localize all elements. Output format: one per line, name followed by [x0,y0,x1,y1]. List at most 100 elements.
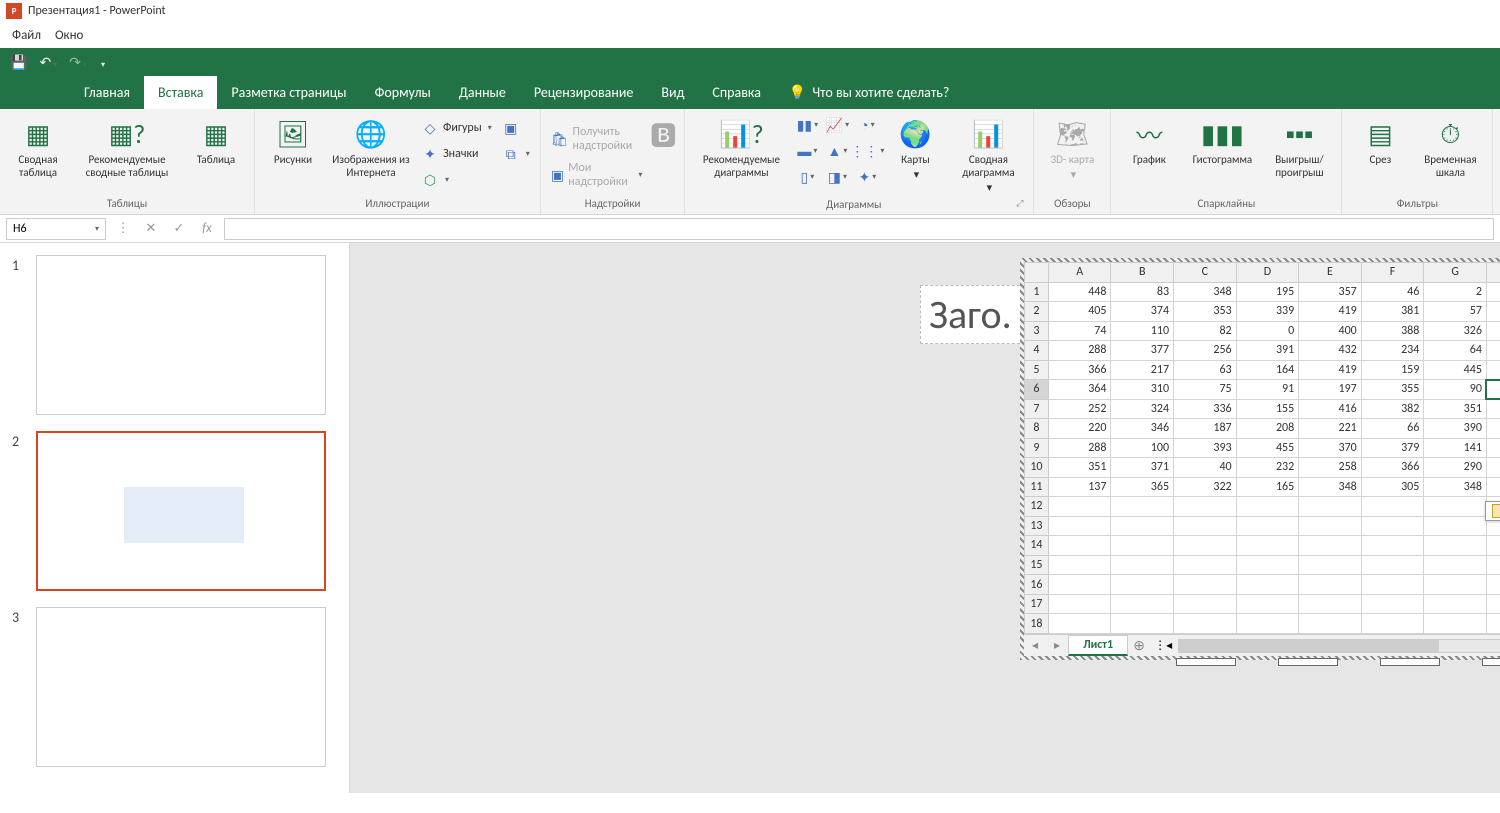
cell-A3[interactable]: 74 [1048,321,1111,341]
slide-preview[interactable] [36,607,326,767]
cell-A9[interactable]: 288 [1048,438,1111,458]
pie-chart-icon[interactable]: ◔▾ [853,113,881,137]
col-header-C[interactable]: C [1174,263,1237,283]
scroll-left-icon[interactable]: ◂ [1166,638,1172,653]
cell-G1[interactable]: 2 [1424,282,1487,302]
area-chart-icon[interactable]: ▲▾ [823,139,851,163]
cell-H10[interactable] [1486,458,1500,478]
cell-C15[interactable] [1174,555,1237,575]
cell-E16[interactable] [1299,575,1362,595]
slide-preview[interactable] [36,255,326,415]
cell-C14[interactable] [1174,536,1237,556]
cell-B2[interactable]: 374 [1111,302,1174,322]
cell-F6[interactable]: 355 [1361,380,1424,400]
cell-D4[interactable]: 391 [1236,341,1299,361]
col-header-H[interactable]: H [1486,263,1500,283]
cell-F4[interactable]: 234 [1361,341,1424,361]
cell-G3[interactable]: 326 [1424,321,1487,341]
cell-H6[interactable] [1486,380,1500,400]
qat-customize-icon[interactable]: ▾ [99,54,105,71]
timeline-button[interactable]: ⏱Временная шкала [1414,113,1486,183]
tab-data[interactable]: Данные [445,76,520,109]
cell-H7[interactable] [1486,399,1500,419]
slide-thumb-2[interactable]: 2 [12,431,337,591]
column-chart-icon[interactable]: ▮▮▾ [793,113,821,137]
cell-A8[interactable]: 220 [1048,419,1111,439]
col-header-E[interactable]: E [1299,263,1362,283]
cell-F16[interactable] [1361,575,1424,595]
cell-F3[interactable]: 388 [1361,321,1424,341]
redo-icon[interactable]: ↷▾ [69,54,87,71]
cell-D3[interactable]: 0 [1236,321,1299,341]
cell-F13[interactable] [1361,516,1424,536]
cell-D1[interactable]: 195 [1236,282,1299,302]
row-header-14[interactable]: 14 [1025,536,1049,556]
cell-H8[interactable] [1486,419,1500,439]
cell-C18[interactable] [1174,614,1237,634]
sheet-tab-active[interactable]: Лист1 [1068,635,1128,656]
cell-C8[interactable]: 187 [1174,419,1237,439]
cell-B12[interactable] [1111,497,1174,517]
row-header-1[interactable]: 1 [1025,282,1049,302]
cell-A10[interactable]: 351 [1048,458,1111,478]
cell-A6[interactable]: 364 [1048,380,1111,400]
cell-D9[interactable]: 455 [1236,438,1299,458]
enter-icon[interactable]: ✓ [168,221,190,236]
cell-D5[interactable]: 164 [1236,360,1299,380]
tab-help[interactable]: Справка [698,76,775,109]
cell-B13[interactable] [1111,516,1174,536]
cell-F9[interactable]: 379 [1361,438,1424,458]
get-addins-button[interactable]: 🛍Получить надстройки [547,123,647,155]
cell-A15[interactable] [1048,555,1111,575]
cell-F17[interactable] [1361,594,1424,614]
cell-B18[interactable] [1111,614,1174,634]
cell-F11[interactable]: 305 [1361,477,1424,497]
cell-C3[interactable]: 82 [1174,321,1237,341]
cell-C10[interactable]: 40 [1174,458,1237,478]
row-header-10[interactable]: 10 [1025,458,1049,478]
cell-F12[interactable] [1361,497,1424,517]
scroll-settings-icon[interactable]: ⋮ [1154,638,1166,653]
row-header-7[interactable]: 7 [1025,399,1049,419]
cell-B8[interactable]: 346 [1111,419,1174,439]
cell-F15[interactable] [1361,555,1424,575]
cell-C7[interactable]: 336 [1174,399,1237,419]
cell-A11[interactable]: 137 [1048,477,1111,497]
cell-D17[interactable] [1236,594,1299,614]
cell-H11[interactable] [1486,477,1500,497]
pivot-chart-button[interactable]: 📊Сводная диаграмма▾ [949,113,1027,198]
cell-D7[interactable]: 155 [1236,399,1299,419]
cell-G2[interactable]: 57 [1424,302,1487,322]
cell-B10[interactable]: 371 [1111,458,1174,478]
cell-D14[interactable] [1236,536,1299,556]
add-sheet-button[interactable]: ⊕ [1128,637,1150,654]
cell-E11[interactable]: 348 [1299,477,1362,497]
cell-C2[interactable]: 353 [1174,302,1237,322]
cell-E5[interactable]: 419 [1299,360,1362,380]
cell-E17[interactable] [1299,594,1362,614]
row-header-11[interactable]: 11 [1025,477,1049,497]
row-header-3[interactable]: 3 [1025,321,1049,341]
cell-H5[interactable] [1486,360,1500,380]
maps-button[interactable]: 🌍Карты▾ [883,113,947,185]
cell-F18[interactable] [1361,614,1424,634]
formula-expand-icon[interactable]: ⋮ [112,221,134,236]
surface-chart-icon[interactable]: ◨▾ [823,165,851,189]
cell-G8[interactable]: 390 [1424,419,1487,439]
cell-G12[interactable] [1424,497,1487,517]
cell-D8[interactable]: 208 [1236,419,1299,439]
cell-H15[interactable] [1486,555,1500,575]
cell-H16[interactable] [1486,575,1500,595]
cell-A14[interactable] [1048,536,1111,556]
cell-F7[interactable]: 382 [1361,399,1424,419]
save-icon[interactable]: 💾 [10,54,27,71]
cell-E2[interactable]: 419 [1299,302,1362,322]
pp-menu-file[interactable]: Файл [12,28,41,43]
row-header-4[interactable]: 4 [1025,341,1049,361]
smartart-button[interactable]: ▣ [498,117,534,139]
row-header-12[interactable]: 12 [1025,497,1049,517]
pictures-button[interactable]: 🖼Рисунки [261,113,325,170]
cell-H4[interactable] [1486,341,1500,361]
cell-D12[interactable] [1236,497,1299,517]
cell-D6[interactable]: 91 [1236,380,1299,400]
